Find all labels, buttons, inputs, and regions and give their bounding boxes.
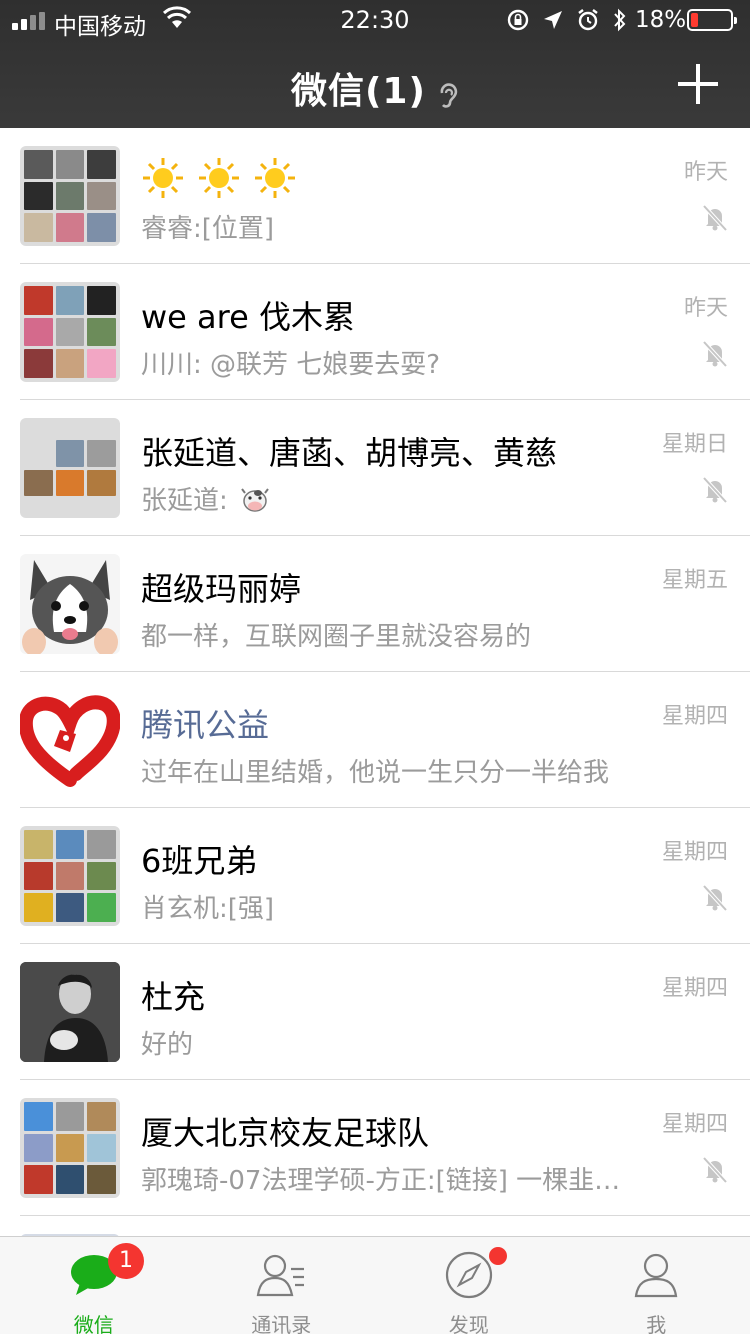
chat-row[interactable]: 睿睿:[位置] 昨天 bbox=[0, 128, 750, 264]
preview-text: 张延道: bbox=[141, 486, 237, 516]
mute-icon bbox=[702, 340, 728, 368]
chat-preview: 郭瑰琦-07法理学硕-方正:[链接] 一棵韭… bbox=[141, 1166, 621, 1196]
tab-chats[interactable]: 1 微信 bbox=[0, 1237, 188, 1334]
location-icon bbox=[544, 11, 562, 29]
chat-time: 星期五 bbox=[661, 568, 728, 593]
sun-emoji bbox=[199, 158, 239, 198]
chat-preview: 好的 bbox=[141, 1030, 194, 1060]
chat-name: we are 伐木累 bbox=[141, 298, 355, 336]
chat-time: 星期四 bbox=[661, 704, 728, 729]
top-bar: 中国移动 22:30 18% 微信(1) bbox=[0, 0, 750, 128]
chat-time: 昨天 bbox=[683, 160, 728, 185]
chat-preview: 过年在山里结婚，他说一生只分一半给我 bbox=[141, 758, 610, 788]
portrait-avatar-icon bbox=[20, 962, 120, 1062]
mute-icon bbox=[702, 1156, 728, 1184]
mute-icon bbox=[702, 476, 728, 504]
chat-row[interactable]: 6班兄弟 肖玄机:[强] 星期四 bbox=[0, 808, 750, 944]
chat-name bbox=[141, 156, 309, 200]
chat-list[interactable]: 睿睿:[位置] 昨天 we are 伐木累 川川: @联芳 七娘要去耍? 昨天 … bbox=[0, 128, 750, 1236]
heart-logo-icon bbox=[20, 695, 120, 787]
chat-name: 张延道、唐菡、胡博亮、黄慈 bbox=[141, 434, 558, 472]
chat-row[interactable]: 腾讯公益 过年在山里结婚，他说一生只分一半给我 星期四 bbox=[0, 672, 750, 808]
compass-icon bbox=[445, 1251, 492, 1299]
tab-discover[interactable]: 发现 bbox=[375, 1237, 563, 1334]
mute-icon bbox=[702, 884, 728, 912]
chat-preview: 肖玄机:[强] bbox=[141, 894, 275, 924]
tab-label: 微信 bbox=[73, 1313, 114, 1334]
status-bar: 中国移动 22:30 18% bbox=[0, 0, 750, 40]
chat-preview: 川川: @联芳 七娘要去耍? bbox=[141, 350, 441, 380]
tab-contacts[interactable]: 通讯录 bbox=[188, 1237, 376, 1334]
chat-time: 星期四 bbox=[661, 840, 728, 865]
tab-bar: 1 微信 通讯录 发现 我 bbox=[0, 1236, 750, 1334]
chat-name: 腾讯公益 bbox=[141, 706, 270, 744]
chat-row[interactable]: we are 伐木累 川川: @联芳 七娘要去耍? 昨天 bbox=[0, 264, 750, 400]
sun-emoji bbox=[143, 158, 183, 198]
chat-time: 星期四 bbox=[661, 1112, 728, 1137]
page-title: 微信(1) bbox=[290, 71, 426, 112]
orientation-lock-icon bbox=[507, 9, 529, 31]
group-avatar bbox=[20, 826, 120, 926]
chat-preview: 都一样，互联网圈子里就没容易的 bbox=[141, 622, 532, 652]
tab-label: 通讯录 bbox=[251, 1313, 312, 1334]
avatar bbox=[20, 690, 120, 790]
sun-emoji bbox=[255, 158, 295, 198]
chat-row[interactable] bbox=[0, 1216, 750, 1236]
chat-name: 杜充 bbox=[141, 978, 206, 1016]
chat-row[interactable]: 杜充 好的 星期四 bbox=[0, 944, 750, 1080]
avatar bbox=[20, 962, 120, 1062]
unread-badge: 1 bbox=[108, 1243, 144, 1279]
battery-percent: 18% bbox=[635, 7, 687, 33]
contacts-icon bbox=[256, 1254, 305, 1297]
tab-me[interactable]: 我 bbox=[563, 1237, 750, 1334]
chat-time: 星期日 bbox=[661, 432, 728, 457]
chat-preview: 张延道: bbox=[141, 480, 270, 517]
person-icon bbox=[634, 1253, 678, 1298]
chat-row[interactable]: 超级玛丽婷 都一样，互联网圈子里就没容易的 星期五 bbox=[0, 536, 750, 672]
chat-preview: 睿睿:[位置] bbox=[141, 214, 275, 244]
avatar bbox=[20, 554, 120, 654]
chat-time: 昨天 bbox=[683, 296, 728, 321]
nav-bar: 微信(1) bbox=[0, 40, 750, 128]
bluetooth-icon bbox=[614, 8, 626, 32]
tab-label: 发现 bbox=[448, 1313, 489, 1334]
mute-icon bbox=[702, 204, 728, 232]
chat-row[interactable]: 张延道、唐菡、胡博亮、黄慈 张延道: 星期日 bbox=[0, 400, 750, 536]
husky-avatar-icon bbox=[22, 560, 118, 654]
cow-emoji bbox=[241, 488, 269, 512]
alarm-icon bbox=[578, 9, 598, 31]
chat-time: 星期四 bbox=[661, 976, 728, 1001]
battery-icon bbox=[687, 9, 737, 31]
group-avatar bbox=[20, 282, 120, 382]
group-avatar bbox=[20, 1098, 120, 1198]
tab-label: 我 bbox=[646, 1313, 667, 1334]
group-avatar bbox=[20, 418, 120, 518]
chat-name: 超级玛丽婷 bbox=[141, 570, 302, 608]
ear-icon bbox=[440, 82, 458, 108]
group-avatar bbox=[20, 146, 120, 246]
chat-row[interactable]: 厦大北京校友足球队 郭瑰琦-07法理学硕-方正:[链接] 一棵韭… 星期四 bbox=[0, 1080, 750, 1216]
add-button[interactable] bbox=[676, 62, 720, 106]
battery-level bbox=[691, 13, 698, 27]
chat-name: 6班兄弟 bbox=[141, 842, 258, 880]
chat-name: 厦大北京校友足球队 bbox=[141, 1114, 430, 1152]
new-dot bbox=[489, 1247, 507, 1265]
